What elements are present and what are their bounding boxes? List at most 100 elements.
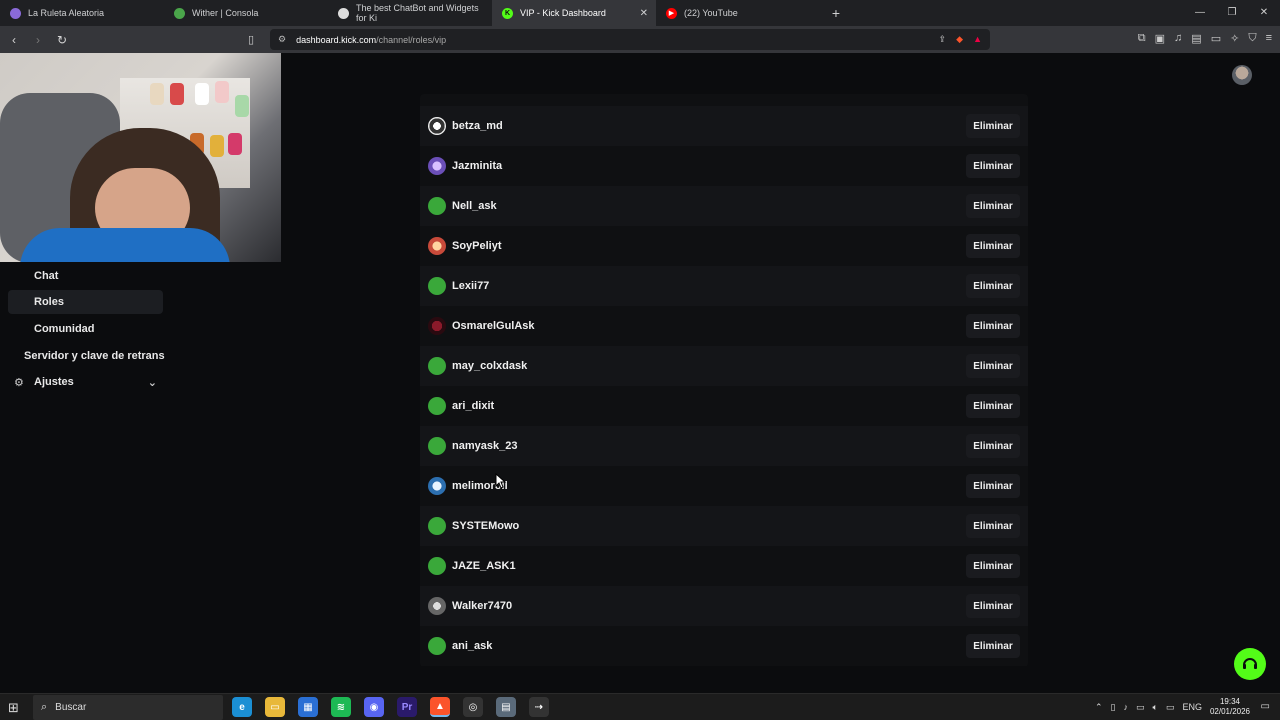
tab-chatbot[interactable]: The best ChatBot and Widgets for Ki — [328, 0, 492, 26]
table-row: betza_md Eliminar — [420, 106, 1028, 146]
remove-vip-button[interactable]: Eliminar — [966, 154, 1020, 178]
restore-icon[interactable]: ❐ — [1216, 0, 1248, 26]
vip-username[interactable]: SYSTEMowo — [452, 520, 519, 532]
vip-username[interactable]: betza_md — [452, 120, 503, 132]
user-avatar-icon — [428, 397, 446, 415]
sidebar-icon[interactable]: ▤ — [1191, 32, 1201, 45]
leo-ai-icon[interactable]: ✧ — [1230, 32, 1239, 45]
tray-chevron-icon[interactable]: ⌃ — [1095, 702, 1103, 713]
app-window-icon[interactable]: ▤ — [496, 697, 516, 717]
vip-username[interactable]: Nell_ask — [452, 200, 497, 212]
tab-favicon-icon — [10, 7, 21, 19]
vip-username[interactable]: Walker7470 — [452, 600, 512, 612]
remove-vip-button[interactable]: Eliminar — [966, 194, 1020, 218]
tab-la-ruleta[interactable]: La Ruleta Aleatoria — [0, 0, 164, 26]
music-icon[interactable]: ♫ — [1174, 32, 1182, 45]
vip-username[interactable]: SoyPeliyt — [452, 240, 502, 252]
system-tray: ⌃ ▯ ♪ ▭ 🔈︎ ▭ ENG 19:34 02/01/2026 — [1095, 697, 1250, 717]
minimize-icon[interactable]: — — [1184, 0, 1216, 26]
brave-shield-icon[interactable]: ◆ — [956, 34, 963, 45]
sidebar-item-chat[interactable]: Chat — [8, 264, 163, 288]
user-avatar-icon — [428, 597, 446, 615]
screenshot-icon[interactable]: ▣ — [1155, 32, 1165, 45]
edge-icon[interactable]: e — [232, 697, 252, 717]
sidebar-item-roles[interactable]: Roles — [8, 290, 163, 314]
user-avatar-icon — [428, 437, 446, 455]
vip-username[interactable]: JAZE_ASK1 — [452, 560, 516, 572]
tab-wither-consola[interactable]: Wither | Consola — [164, 0, 328, 26]
browser-toolbar: ‹ › ↻ ▯ ⚙ dashboard.kick.com /channel/ro… — [0, 26, 1280, 53]
remove-vip-button[interactable]: Eliminar — [966, 394, 1020, 418]
media-app-icon[interactable]: ⇢ — [529, 697, 549, 717]
remove-vip-button[interactable]: Eliminar — [966, 634, 1020, 658]
file-explorer-icon[interactable]: ▭ — [265, 697, 285, 717]
vip-username[interactable]: may_colxdask — [452, 360, 527, 372]
clock-time: 19:34 — [1219, 697, 1240, 706]
obs-icon[interactable]: ◎ — [463, 697, 483, 717]
remove-vip-button[interactable]: Eliminar — [966, 474, 1020, 498]
close-tab-icon[interactable]: ✕ — [640, 8, 648, 19]
vip-username[interactable]: OsmarelGulAsk — [452, 320, 535, 332]
remove-vip-button[interactable]: Eliminar — [966, 234, 1020, 258]
forward-icon[interactable]: › — [28, 33, 48, 47]
discord-icon[interactable]: ◉ — [364, 697, 384, 717]
vpn-icon[interactable]: ⛉ — [1248, 32, 1256, 45]
tab-youtube[interactable]: ▶ (22) YouTube — [656, 0, 820, 26]
network-icon[interactable]: ▭ — [1136, 702, 1145, 713]
address-bar[interactable]: ⚙ dashboard.kick.com /channel/roles/vip … — [270, 29, 990, 50]
extensions-icon[interactable]: ⧉ — [1138, 32, 1146, 45]
vip-username[interactable]: ari_dixit — [452, 400, 494, 412]
chevron-down-icon[interactable]: ⌄ — [148, 376, 157, 389]
brave-icon[interactable]: ▲ — [430, 697, 450, 717]
remove-vip-button[interactable]: Eliminar — [966, 434, 1020, 458]
store-icon[interactable]: ▦ — [298, 697, 318, 717]
share-icon[interactable]: ⇪ — [939, 34, 947, 45]
notification-icon[interactable]: ▭ — [1261, 701, 1270, 712]
vip-username[interactable]: namyask_23 — [452, 440, 517, 452]
windows-start-icon[interactable]: ⊞ — [8, 700, 19, 716]
volume-icon[interactable]: 🔈︎ — [1153, 702, 1158, 713]
remove-vip-button[interactable]: Eliminar — [966, 314, 1020, 338]
support-chat-button[interactable] — [1234, 648, 1266, 680]
display-icon[interactable]: ▭ — [1166, 702, 1175, 713]
remove-vip-button[interactable]: Eliminar — [966, 594, 1020, 618]
brave-rewards-icon[interactable]: ▲ — [973, 34, 982, 45]
language-indicator[interactable]: ENG — [1182, 702, 1202, 712]
remove-vip-button[interactable]: Eliminar — [966, 114, 1020, 138]
sidebar-item-ajustes[interactable]: ⚙ Ajustes ⌄ — [8, 370, 163, 394]
vip-username[interactable]: ani_ask — [452, 640, 492, 652]
sidebar-item-label: Comunidad — [34, 323, 95, 335]
remove-vip-button[interactable]: Eliminar — [966, 554, 1020, 578]
user-avatar-icon — [428, 517, 446, 535]
remove-vip-button[interactable]: Eliminar — [966, 354, 1020, 378]
user-avatar-icon — [428, 557, 446, 575]
table-row: SoyPeliyt Eliminar — [420, 226, 1028, 266]
remove-vip-button[interactable]: Eliminar — [966, 274, 1020, 298]
new-tab-icon[interactable]: + — [824, 5, 848, 21]
taskbar-search[interactable]: ⌕ Buscar — [33, 695, 223, 720]
clock[interactable]: 19:34 02/01/2026 — [1210, 697, 1250, 717]
remove-vip-button[interactable]: Eliminar — [966, 514, 1020, 538]
microphone-icon[interactable]: ♪ — [1124, 702, 1129, 712]
reload-icon[interactable]: ↻ — [52, 33, 72, 47]
tab-title: La Ruleta Aleatoria — [28, 8, 105, 18]
premiere-icon[interactable]: Pr — [397, 697, 417, 717]
menu-icon[interactable]: ≡ — [1266, 32, 1272, 45]
user-avatar-icon — [428, 477, 446, 495]
vip-username[interactable]: Jazminita — [452, 160, 502, 172]
vip-username[interactable]: Lexii77 — [452, 280, 489, 292]
close-window-icon[interactable]: ✕ — [1248, 0, 1280, 26]
table-row: Walker7470 Eliminar — [420, 586, 1028, 626]
site-info-icon[interactable]: ⚙ — [278, 34, 286, 45]
wallet-icon[interactable]: ▭ — [1211, 32, 1221, 45]
back-icon[interactable]: ‹ — [4, 33, 24, 47]
spotify-icon[interactable]: ≋ — [331, 697, 351, 717]
table-row: OsmarelGulAsk Eliminar — [420, 306, 1028, 346]
table-row: SYSTEMowo Eliminar — [420, 506, 1028, 546]
user-avatar[interactable] — [1232, 65, 1252, 85]
sidebar-item-comunidad[interactable]: Comunidad — [8, 317, 163, 341]
battery-icon[interactable]: ▯ — [1111, 702, 1116, 713]
sidebar-item-stream-key[interactable]: Servidor y clave de retrans — [8, 344, 178, 368]
tab-vip-kick-dashboard[interactable]: K VIP - Kick Dashboard ✕ — [492, 0, 656, 26]
bookmark-icon[interactable]: ▯ — [248, 33, 254, 46]
